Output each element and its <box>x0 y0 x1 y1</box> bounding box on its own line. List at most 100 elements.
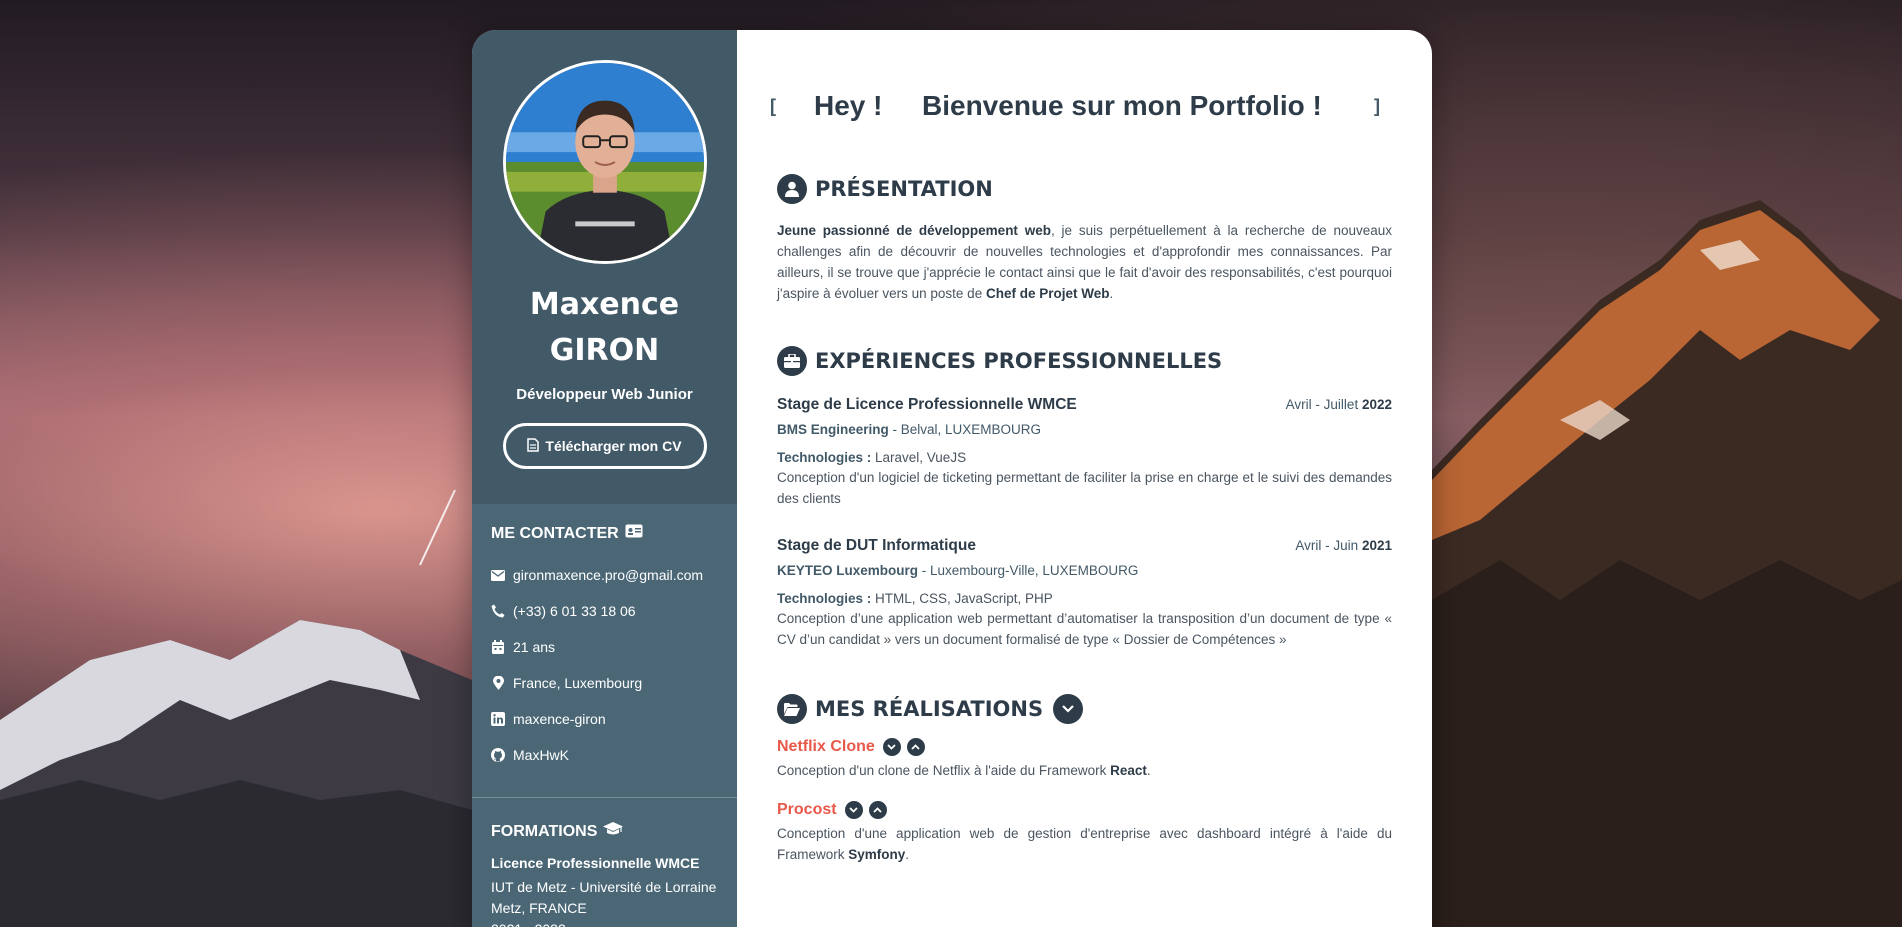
headline-bracket-right: ] <box>1374 96 1380 116</box>
experience-date-months: Avril - Juin <box>1295 538 1362 553</box>
chevron-down-icon <box>849 807 858 813</box>
sidebar-divider <box>472 797 737 798</box>
experience-header: Stage de Licence Professionnelle WMCE Av… <box>777 396 1392 414</box>
chevron-down-icon <box>1062 705 1074 713</box>
document-icon <box>527 437 540 455</box>
github-icon <box>491 748 505 762</box>
profile-name: Maxence GIRON <box>530 282 679 374</box>
experience-company: BMS Engineering - Belval, LUXEMBOURG <box>777 422 1392 437</box>
experience-company-name: KEYTEO Luxembourg <box>777 563 919 578</box>
experiences-title-text: EXPÉRIENCES PROFESSIONNELLES <box>815 349 1223 373</box>
formation-location: Metz, FRANCE <box>491 900 587 916</box>
sidebar-details: ME CONTACTER gironmaxence.pro@gmail.com … <box>472 504 737 927</box>
contact-email[interactable]: gironmaxence.pro@gmail.com <box>491 557 718 593</box>
avatar <box>502 60 707 264</box>
presentation-end: . <box>1109 286 1114 301</box>
presentation-bold-end: Chef de Projet Web <box>985 286 1110 301</box>
first-name: Maxence <box>529 287 680 322</box>
project-desc-bold: Symfony <box>848 847 906 862</box>
contact-linkedin[interactable]: maxence-giron <box>491 701 718 737</box>
download-cv-label: Télécharger mon CV <box>545 438 682 454</box>
formation-title: Licence Professionnelle WMCE <box>491 855 700 871</box>
project-desc-bold: React <box>1110 763 1147 778</box>
graduation-cap-icon <box>603 822 624 841</box>
project-title[interactable]: Netflix Clone <box>777 738 875 756</box>
project-collapse-button[interactable] <box>868 801 887 819</box>
presentation-bold-start: Jeune passionné de développement web <box>777 223 1051 238</box>
contact-location: France, Luxembourg <box>491 665 718 701</box>
project-header: Netflix Clone <box>777 738 1392 756</box>
contact-title: ME CONTACTER <box>491 524 718 543</box>
experience-tech-list: Laravel, VueJS <box>871 450 967 465</box>
experience-date: Avril - Juillet 2022 <box>1286 397 1392 412</box>
experience-tech-label: Technologies : <box>777 450 872 465</box>
contact-location-text: France, Luxembourg <box>513 675 643 691</box>
contact-linkedin-text: maxence-giron <box>513 711 606 727</box>
project-collapse-button[interactable] <box>906 738 925 756</box>
presentation-title-text: PRÉSENTATION <box>815 177 993 201</box>
contact-email-text: gironmaxence.pro@gmail.com <box>513 567 704 583</box>
chevron-up-icon <box>873 807 882 813</box>
download-cv-button[interactable]: Télécharger mon CV <box>502 423 707 469</box>
headline: [ Hey ! Bienvenue sur mon Portfolio ! ] <box>770 30 1392 150</box>
realisations-title: MES RÉALISATIONS <box>777 694 1392 724</box>
formation-school: IUT de Metz - Université de Lorraine <box>491 879 717 895</box>
location-icon <box>491 676 505 690</box>
contact-phone[interactable]: (+33) 6 01 33 18 06 <box>491 593 718 629</box>
realisations-section: MES RÉALISATIONS Netflix Clone Conceptio… <box>777 694 1392 865</box>
chevron-down-icon <box>887 744 896 750</box>
linkedin-icon <box>491 712 505 726</box>
project-item: Netflix Clone Conception d'un clone de N… <box>777 738 1392 781</box>
experience-item: Stage de DUT Informatique Avril - Juin 2… <box>777 537 1392 650</box>
formation-years: 2021 - 2022 <box>491 919 718 927</box>
briefcase-icon <box>777 346 807 376</box>
experience-date-months: Avril - Juillet <box>1285 397 1362 412</box>
project-expand-button[interactable] <box>844 801 863 819</box>
project-title[interactable]: Procost <box>777 801 837 819</box>
project-desc-end: . <box>1146 763 1151 778</box>
folder-open-icon <box>777 694 807 724</box>
project-header: Procost <box>777 801 1392 819</box>
formations-title-text: FORMATIONS <box>491 822 598 840</box>
experience-date-year: 2021 <box>1361 538 1392 553</box>
calendar-icon <box>491 640 505 654</box>
headline-bracket-left: [ <box>770 96 776 116</box>
experience-tech-list: HTML, CSS, JavaScript, PHP <box>871 591 1053 606</box>
experience-company-place: - Belval, LUXEMBOURG <box>888 422 1042 437</box>
experience-item: Stage de Licence Professionnelle WMCE Av… <box>777 396 1392 509</box>
chevron-up-icon <box>911 744 920 750</box>
experience-company-name: BMS Engineering <box>777 422 889 437</box>
profile-header: Maxence GIRON Développeur Web Junior Tél… <box>472 30 737 504</box>
experience-date: Avril - Juin 2021 <box>1295 538 1392 553</box>
formations-title: FORMATIONS <box>491 822 718 841</box>
contact-phone-text: (+33) 6 01 33 18 06 <box>513 603 636 619</box>
project-desc-end: . <box>905 847 910 862</box>
contact-title-text: ME CONTACTER <box>491 524 619 542</box>
contact-github-text: MaxHwK <box>513 747 570 763</box>
experience-company-place: - Luxembourg-Ville, LUXEMBOURG <box>918 563 1139 578</box>
experience-description: Conception d’une application web permett… <box>777 611 1392 647</box>
portfolio-card: Maxence GIRON Développeur Web Junior Tél… <box>472 30 1432 927</box>
avatar-photo <box>505 63 704 261</box>
id-card-icon <box>625 524 643 543</box>
experience-tech: Technologies : HTML, CSS, JavaScript, PH… <box>777 591 1392 606</box>
experiences-section: EXPÉRIENCES PROFESSIONNELLES Stage de Li… <box>777 346 1392 650</box>
experience-description: Conception d'un logiciel de ticketing pe… <box>777 470 1392 506</box>
user-icon <box>777 174 807 204</box>
mail-icon <box>491 568 505 582</box>
experiences-title: EXPÉRIENCES PROFESSIONNELLES <box>777 346 1392 376</box>
realisations-title-text: MES RÉALISATIONS <box>815 697 1044 721</box>
presentation-title: PRÉSENTATION <box>777 174 1392 204</box>
sidebar: Maxence GIRON Développeur Web Junior Tél… <box>472 30 737 927</box>
experience-date-year: 2022 <box>1361 397 1392 412</box>
presentation-section: PRÉSENTATION Jeune passionné de développ… <box>777 174 1392 304</box>
phone-icon <box>491 604 505 618</box>
project-expand-button[interactable] <box>882 738 901 756</box>
last-name: GIRON <box>549 333 660 368</box>
contact-age: 21 ans <box>491 629 718 665</box>
project-description: Conception d'un clone de Netflix à l'aid… <box>777 760 1392 781</box>
contact-age-text: 21 ans <box>513 639 556 655</box>
realisations-toggle-button[interactable] <box>1053 694 1084 724</box>
project-description: Conception d'une application web de gest… <box>777 823 1392 865</box>
contact-github[interactable]: MaxHwK <box>491 737 718 773</box>
